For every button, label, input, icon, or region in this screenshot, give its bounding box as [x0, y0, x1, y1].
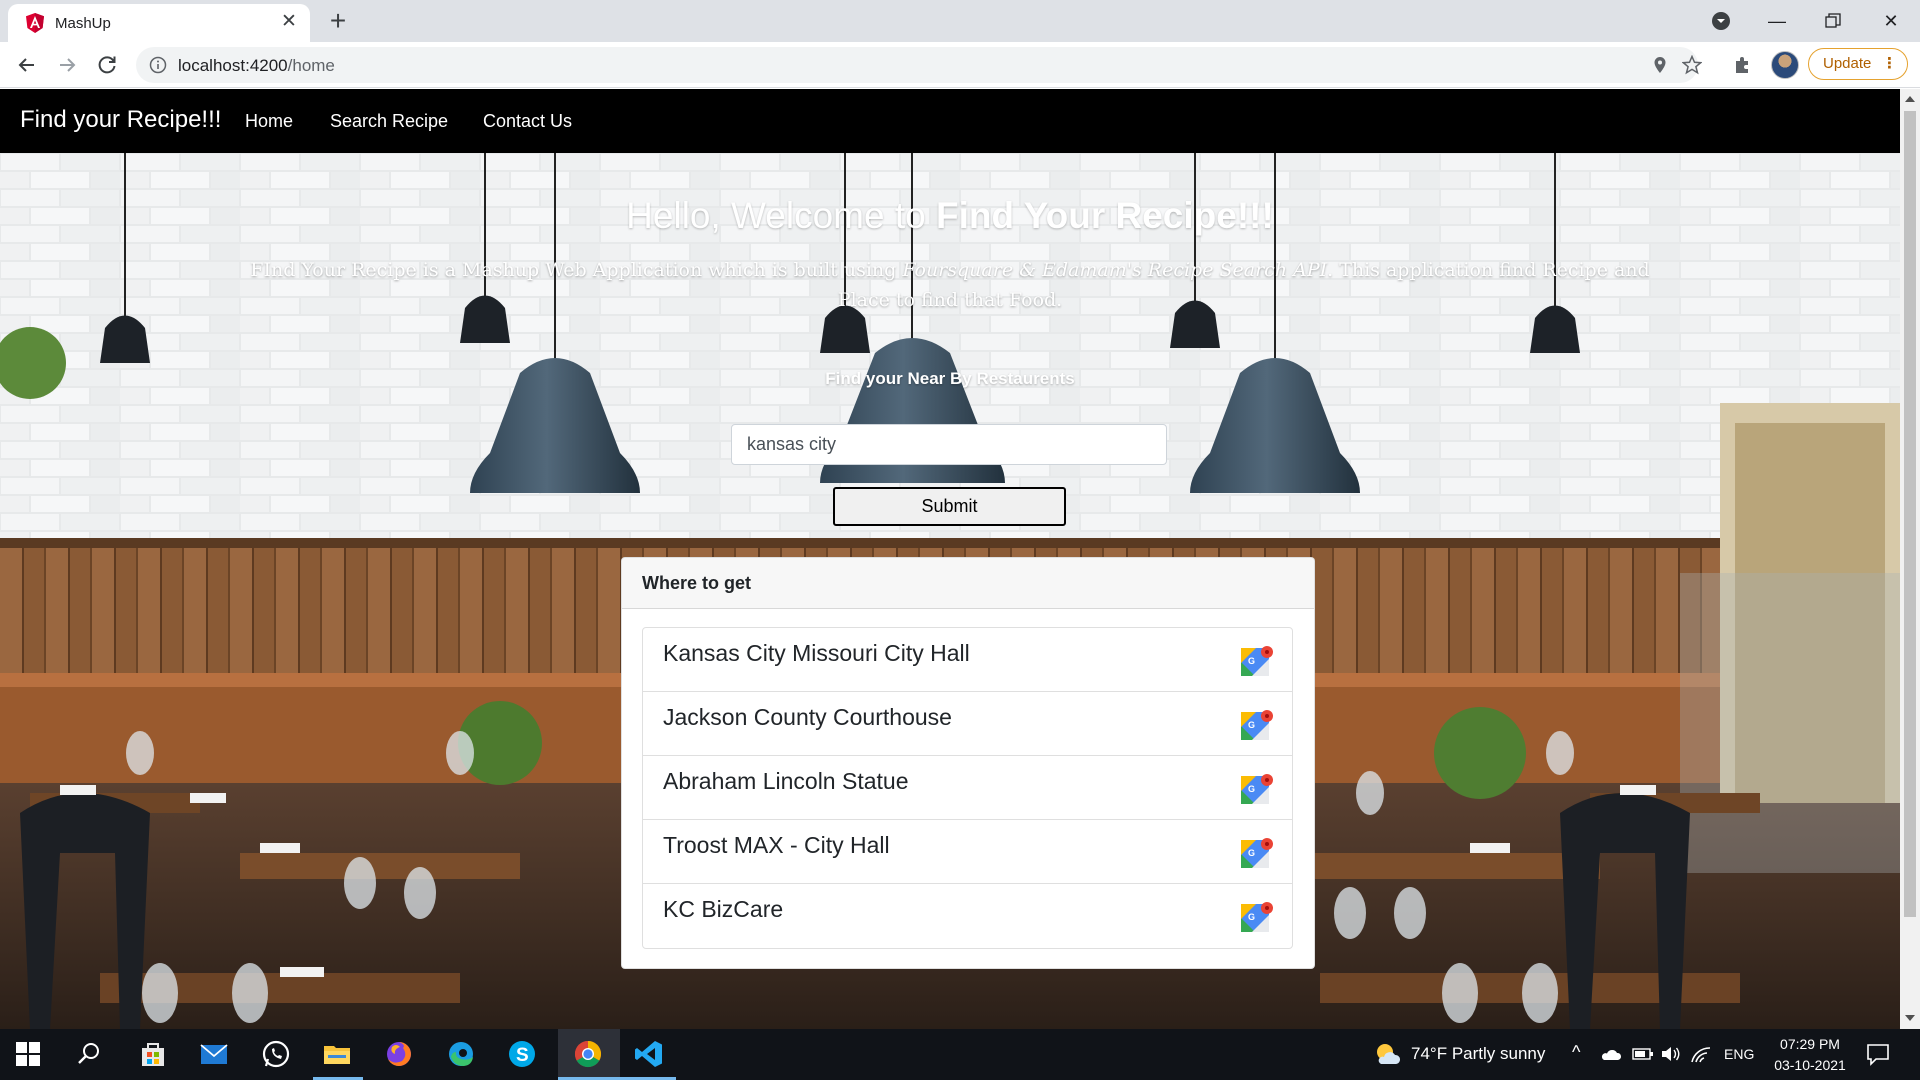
system-clock[interactable]: 07:29 PM 03-10-2021	[1755, 1034, 1865, 1076]
bookmark-star-icon[interactable]	[1682, 55, 1702, 75]
svg-text:G: G	[1248, 784, 1255, 794]
site-navbar: Find your Recipe!!! Home Search Recipe C…	[0, 89, 1900, 153]
hero-desc-before: FInd Your Recipe is a Mashup Web Applica…	[250, 259, 903, 281]
restore-icon[interactable]	[1818, 6, 1848, 36]
place-name: Abraham Lincoln Statue	[663, 768, 909, 794]
partly-sunny-weather-icon[interactable]	[1373, 1040, 1401, 1068]
store-icon[interactable]	[138, 1039, 168, 1069]
minimize-icon[interactable]: —	[1762, 6, 1792, 36]
svg-text:G: G	[1248, 656, 1255, 666]
chrome-icon[interactable]	[573, 1039, 603, 1069]
google-maps-icon[interactable]: G	[1240, 708, 1274, 742]
list-item: Abraham Lincoln Statue G	[643, 756, 1292, 820]
whatsapp-icon[interactable]	[261, 1039, 291, 1069]
forward-icon[interactable]	[54, 52, 80, 78]
hero-title-plain: Hello, Welcome to	[626, 195, 936, 236]
site-brand[interactable]: Find your Recipe!!!	[20, 106, 221, 134]
profile-avatar[interactable]	[1771, 51, 1799, 79]
windows-start-icon[interactable]	[16, 1042, 40, 1066]
volume-icon[interactable]	[1660, 1044, 1682, 1064]
google-maps-icon[interactable]: G	[1240, 900, 1274, 934]
hero-title-bold: Find Your Recipe!!!	[936, 195, 1274, 236]
browser-toolbar: localhost:4200/home	[0, 42, 1920, 88]
chevron-up-icon[interactable]: ^	[1572, 1042, 1580, 1063]
close-tab-icon[interactable]: ✕	[279, 12, 299, 32]
svg-text:G: G	[1248, 912, 1255, 922]
scroll-up-icon[interactable]	[1905, 96, 1915, 102]
weather-text[interactable]: 74°F Partly sunny	[1411, 1044, 1545, 1064]
hero-title: Hello, Welcome to Find Your Recipe!!!	[0, 195, 1900, 237]
scroll-down-icon[interactable]	[1905, 1015, 1915, 1021]
vscode-icon[interactable]	[634, 1039, 664, 1069]
google-maps-icon[interactable]: G	[1240, 772, 1274, 806]
firefox-icon[interactable]	[384, 1039, 414, 1069]
results-card-title: Where to get	[642, 573, 752, 593]
wifi-icon[interactable]	[1690, 1044, 1712, 1064]
mail-icon[interactable]	[199, 1039, 229, 1069]
close-window-icon[interactable]: ✕	[1876, 6, 1906, 36]
file-explorer-icon[interactable]	[322, 1039, 352, 1069]
svg-text:G: G	[1248, 720, 1255, 730]
notifications-icon[interactable]	[1866, 1042, 1890, 1066]
nav-link-search-recipe[interactable]: Search Recipe	[330, 111, 448, 132]
back-icon[interactable]	[14, 52, 40, 78]
clock-time: 07:29 PM	[1780, 1036, 1840, 1052]
new-tab-button[interactable]: +	[324, 7, 352, 36]
results-card: Where to get Kansas City Missouri City H…	[621, 557, 1315, 969]
svg-text:G: G	[1248, 848, 1255, 858]
list-item: Jackson County Courthouse G	[643, 692, 1292, 756]
list-item: KC BizCare G	[643, 884, 1292, 948]
browser-tab[interactable]: MashUp ✕	[8, 4, 310, 42]
url-host: localhost:4200	[178, 56, 288, 75]
hero-desc-italic: Foursquare & Edamam's Recipe Search API	[902, 259, 1328, 281]
location-pin-icon[interactable]	[1650, 55, 1670, 75]
more-menu-icon[interactable]: ⋮	[1882, 49, 1897, 79]
update-button[interactable]: Update ⋮	[1808, 48, 1908, 80]
clock-date: 03-10-2021	[1774, 1057, 1846, 1073]
search-icon[interactable]	[76, 1041, 102, 1067]
battery-icon[interactable]	[1632, 1045, 1654, 1063]
address-bar[interactable]: localhost:4200/home	[136, 47, 1702, 83]
place-name: KC BizCare	[663, 896, 784, 922]
angular-icon	[26, 13, 44, 33]
reload-icon[interactable]	[94, 52, 120, 78]
scrollbar-thumb[interactable]	[1904, 111, 1916, 917]
update-label: Update	[1823, 55, 1872, 72]
windows-taskbar: S 74°F Partly sunny ^ ENG 07:29 PM 03-10…	[0, 1029, 1920, 1080]
nav-link-contact-us[interactable]: Contact Us	[483, 111, 572, 132]
results-card-header: Where to get	[622, 558, 1314, 609]
extensions-puzzle-icon[interactable]	[1732, 53, 1754, 75]
language-indicator[interactable]: ENG	[1724, 1046, 1754, 1062]
list-item: Kansas City Missouri City Hall G	[643, 628, 1292, 692]
hero-description: FInd Your Recipe is a Mashup Web Applica…	[250, 255, 1650, 315]
url-text[interactable]: localhost:4200/home	[178, 56, 335, 76]
list-item: Troost MAX - City Hall G	[643, 820, 1292, 884]
city-search-input[interactable]	[731, 424, 1167, 465]
nav-link-home[interactable]: Home	[245, 111, 293, 132]
svg-text:S: S	[516, 1045, 529, 1066]
browser-tab-strip: MashUp ✕ + — ✕	[0, 0, 1920, 42]
edge-icon[interactable]	[446, 1039, 476, 1069]
url-path: /home	[287, 56, 335, 75]
places-list: Kansas City Missouri City Hall G Jackson…	[642, 627, 1293, 949]
skype-icon[interactable]: S	[507, 1039, 537, 1069]
tab-search-icon[interactable]	[1710, 10, 1732, 32]
tab-title: MashUp	[55, 15, 111, 32]
google-maps-icon[interactable]: G	[1240, 644, 1274, 678]
page-scrollbar[interactable]	[1900, 89, 1920, 1029]
google-maps-icon[interactable]: G	[1240, 836, 1274, 870]
place-name: Jackson County Courthouse	[663, 704, 952, 730]
onedrive-cloud-icon[interactable]	[1600, 1044, 1622, 1064]
near-by-label: Find your Near By Restaurents	[825, 369, 1075, 388]
page-viewport: Find your Recipe!!! Home Search Recipe C…	[0, 89, 1900, 1029]
submit-button[interactable]: Submit	[833, 487, 1066, 526]
place-name: Troost MAX - City Hall	[663, 832, 890, 858]
place-name: Kansas City Missouri City Hall	[663, 640, 970, 666]
info-icon[interactable]	[149, 56, 167, 74]
